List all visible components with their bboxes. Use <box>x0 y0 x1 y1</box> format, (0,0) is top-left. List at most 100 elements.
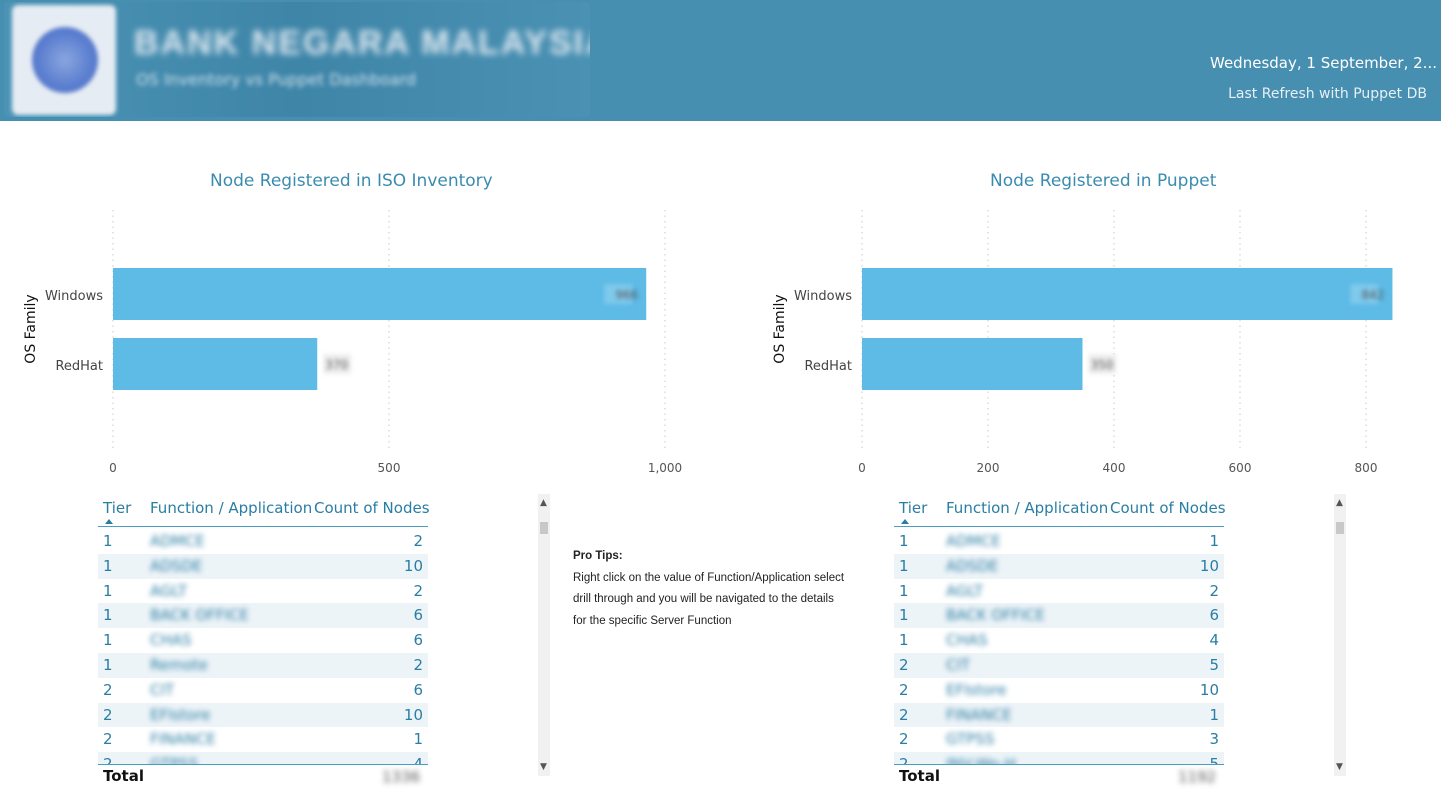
cell-count: 10 <box>1199 556 1219 575</box>
table-row[interactable]: 1 ADMCE 1 <box>894 529 1224 554</box>
table-row[interactable]: 2 GTPSS 4 <box>98 752 428 764</box>
table-row[interactable]: 2 FINANCE 1 <box>894 702 1224 728</box>
cell-tier: 1 <box>899 631 909 650</box>
table-row[interactable]: 1 Remote 2 <box>98 652 428 678</box>
x-tick-label: 1,000 <box>648 461 682 475</box>
cell-function[interactable]: CHAS <box>150 631 192 649</box>
scroll-up-icon[interactable]: ▲ <box>540 498 547 508</box>
table-row[interactable]: 2 EFIstore 10 <box>98 702 428 728</box>
cell-function[interactable]: CIT <box>946 656 970 674</box>
table-row[interactable]: 2 INV-Wo-H 5 <box>894 752 1224 764</box>
cell-function[interactable]: CIT <box>150 681 174 699</box>
cell-tier: 2 <box>899 755 909 764</box>
cell-function[interactable]: ADMCE <box>946 532 1001 550</box>
cell-tier: 1 <box>103 532 113 550</box>
table-row[interactable]: 2 CIT 6 <box>98 678 428 703</box>
bar-redhat[interactable] <box>113 338 318 390</box>
cell-tier: 1 <box>103 631 113 650</box>
cell-tier: 2 <box>899 705 909 724</box>
col-function[interactable]: Function / Application <box>150 499 312 517</box>
cell-tier: 2 <box>103 730 113 749</box>
x-tick-label: 800 <box>1355 461 1378 475</box>
y-axis-title: OS Family <box>23 294 39 363</box>
cell-function[interactable]: ADSDE <box>150 557 202 575</box>
cell-count: 1 <box>413 730 423 749</box>
bar-windows[interactable] <box>862 268 1393 320</box>
table-row[interactable]: 1 CHAS 6 <box>98 628 428 653</box>
cell-tier: 2 <box>103 705 113 724</box>
data-label: 350 <box>1091 358 1114 372</box>
col-tier[interactable]: Tier <box>899 499 927 517</box>
cell-function[interactable]: ADMCE <box>150 532 205 550</box>
cell-count: 4 <box>1209 631 1219 650</box>
y-category-label: Windows <box>45 289 103 304</box>
cell-function[interactable]: CHAS <box>946 631 988 649</box>
cell-count: 2 <box>413 655 423 674</box>
cell-count: 2 <box>1209 581 1219 600</box>
cell-tier: 1 <box>899 581 909 600</box>
table-row[interactable]: 1 ADSDE 10 <box>98 553 428 579</box>
table-row[interactable]: 1 CHAS 4 <box>894 628 1224 653</box>
cell-tier: 2 <box>899 730 909 749</box>
col-count[interactable]: Count of Nodes <box>1110 499 1226 517</box>
cell-count: 1 <box>1209 532 1219 550</box>
table-row[interactable]: 2 GTPSS 3 <box>894 727 1224 752</box>
total-value: 1192 <box>1178 768 1217 786</box>
table-row[interactable]: 2 CIT 5 <box>894 652 1224 678</box>
cell-tier: 2 <box>103 680 113 699</box>
y-category-label: RedHat <box>804 359 852 374</box>
cell-count: 10 <box>1199 680 1219 699</box>
total-label: Total <box>103 767 144 785</box>
cell-tier: 1 <box>899 532 909 550</box>
chart-puppet: 0 200 400 600 800 Windows 842 RedHat 350 OS Famil… <box>772 210 1393 475</box>
scroll-down-icon[interactable]: ▼ <box>540 762 547 772</box>
cell-function[interactable]: AGLT <box>946 582 983 600</box>
total-value: 1336 <box>382 768 421 786</box>
data-label: 842 <box>1362 288 1385 302</box>
cell-function[interactable]: AGLT <box>150 582 187 600</box>
table-header: Tier Function / Application Count of Nod… <box>98 495 430 527</box>
table-row[interactable]: 1 BACK OFFICE 6 <box>98 603 428 629</box>
col-function[interactable]: Function / Application <box>946 499 1108 517</box>
cell-function[interactable]: INV-Wo-H <box>946 755 1016 764</box>
cell-tier: 2 <box>103 755 113 764</box>
scroll-thumb[interactable] <box>1336 522 1344 534</box>
cell-count: 6 <box>413 606 423 625</box>
cell-function[interactable]: ADSDE <box>946 557 998 575</box>
cell-function[interactable]: FINANCE <box>946 706 1012 724</box>
x-tick-label: 400 <box>1103 461 1126 475</box>
col-tier[interactable]: Tier <box>103 499 131 517</box>
cell-function[interactable]: GTPSS <box>150 755 198 764</box>
cell-function[interactable]: Remote <box>150 656 208 674</box>
table-puppet-scrollbar[interactable]: ▲ ▼ <box>1334 494 1346 776</box>
table-row[interactable]: 2 EFIstore 10 <box>894 678 1224 703</box>
x-tick-label: 500 <box>378 461 401 475</box>
scroll-thumb[interactable] <box>540 522 548 534</box>
bar-redhat[interactable] <box>862 338 1083 390</box>
cell-count: 6 <box>1209 606 1219 625</box>
table-row[interactable]: 1 AGLT 2 <box>894 579 1224 604</box>
table-row[interactable]: 1 ADMCE 2 <box>98 529 428 554</box>
col-count[interactable]: Count of Nodes <box>314 499 430 517</box>
bar-windows[interactable] <box>113 268 647 320</box>
cell-function[interactable]: EFIstore <box>946 681 1006 699</box>
table-row[interactable]: 2 FINANCE 1 <box>98 727 428 752</box>
cell-tier: 2 <box>899 680 909 699</box>
cell-function[interactable]: GTPSS <box>946 730 994 748</box>
cell-count: 10 <box>403 705 423 724</box>
cell-function[interactable]: FINANCE <box>150 730 216 748</box>
pro-tips-line: drill through and you will be navigated … <box>573 593 834 605</box>
cell-function[interactable]: BACK OFFICE <box>150 606 249 624</box>
scroll-up-icon[interactable]: ▲ <box>1336 498 1343 508</box>
table-row[interactable]: 1 ADSDE 10 <box>894 553 1224 579</box>
scroll-down-icon[interactable]: ▼ <box>1336 762 1343 772</box>
cell-tier: 1 <box>103 655 113 674</box>
table-iso-scrollbar[interactable]: ▲ ▼ <box>538 494 550 776</box>
cell-function[interactable]: EFIstore <box>150 706 210 724</box>
table-row[interactable]: 1 BACK OFFICE 6 <box>894 603 1224 629</box>
table-row[interactable]: 1 AGLT 2 <box>98 579 428 604</box>
pro-tips-line: for the specific Server Function <box>573 614 732 627</box>
cell-count: 1 <box>1209 705 1219 724</box>
cell-count: 2 <box>413 581 423 600</box>
cell-function[interactable]: BACK OFFICE <box>946 606 1045 624</box>
